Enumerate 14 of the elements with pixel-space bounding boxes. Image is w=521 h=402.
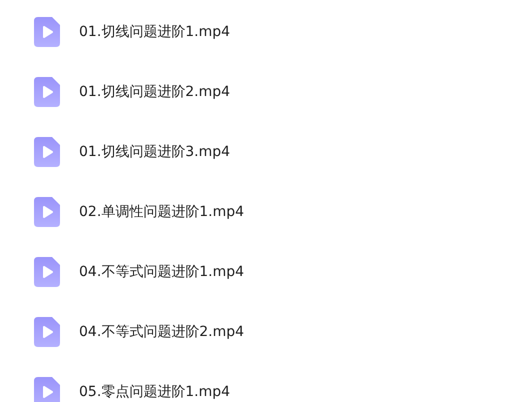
file-name[interactable]: 05.零点问题进阶1.mp4 [79, 382, 230, 402]
video-file-icon[interactable] [34, 377, 60, 402]
file-name[interactable]: 04.不等式问题进阶1.mp4 [79, 262, 244, 282]
video-file-icon[interactable] [34, 317, 60, 347]
file-name[interactable]: 01.切线问题进阶2.mp4 [79, 82, 230, 102]
file-name[interactable]: 01.切线问题进阶3.mp4 [79, 142, 230, 162]
file-name[interactable]: 02.单调性问题进阶1.mp4 [79, 202, 244, 222]
video-file-icon[interactable] [34, 77, 60, 107]
file-name[interactable]: 01.切线问题进阶1.mp4 [79, 22, 230, 42]
video-file-icon[interactable] [34, 197, 60, 227]
file-name[interactable]: 04.不等式问题进阶2.mp4 [79, 322, 244, 342]
video-file-icon[interactable] [34, 137, 60, 167]
video-file-icon[interactable] [34, 257, 60, 287]
video-file-icon[interactable] [34, 17, 60, 47]
